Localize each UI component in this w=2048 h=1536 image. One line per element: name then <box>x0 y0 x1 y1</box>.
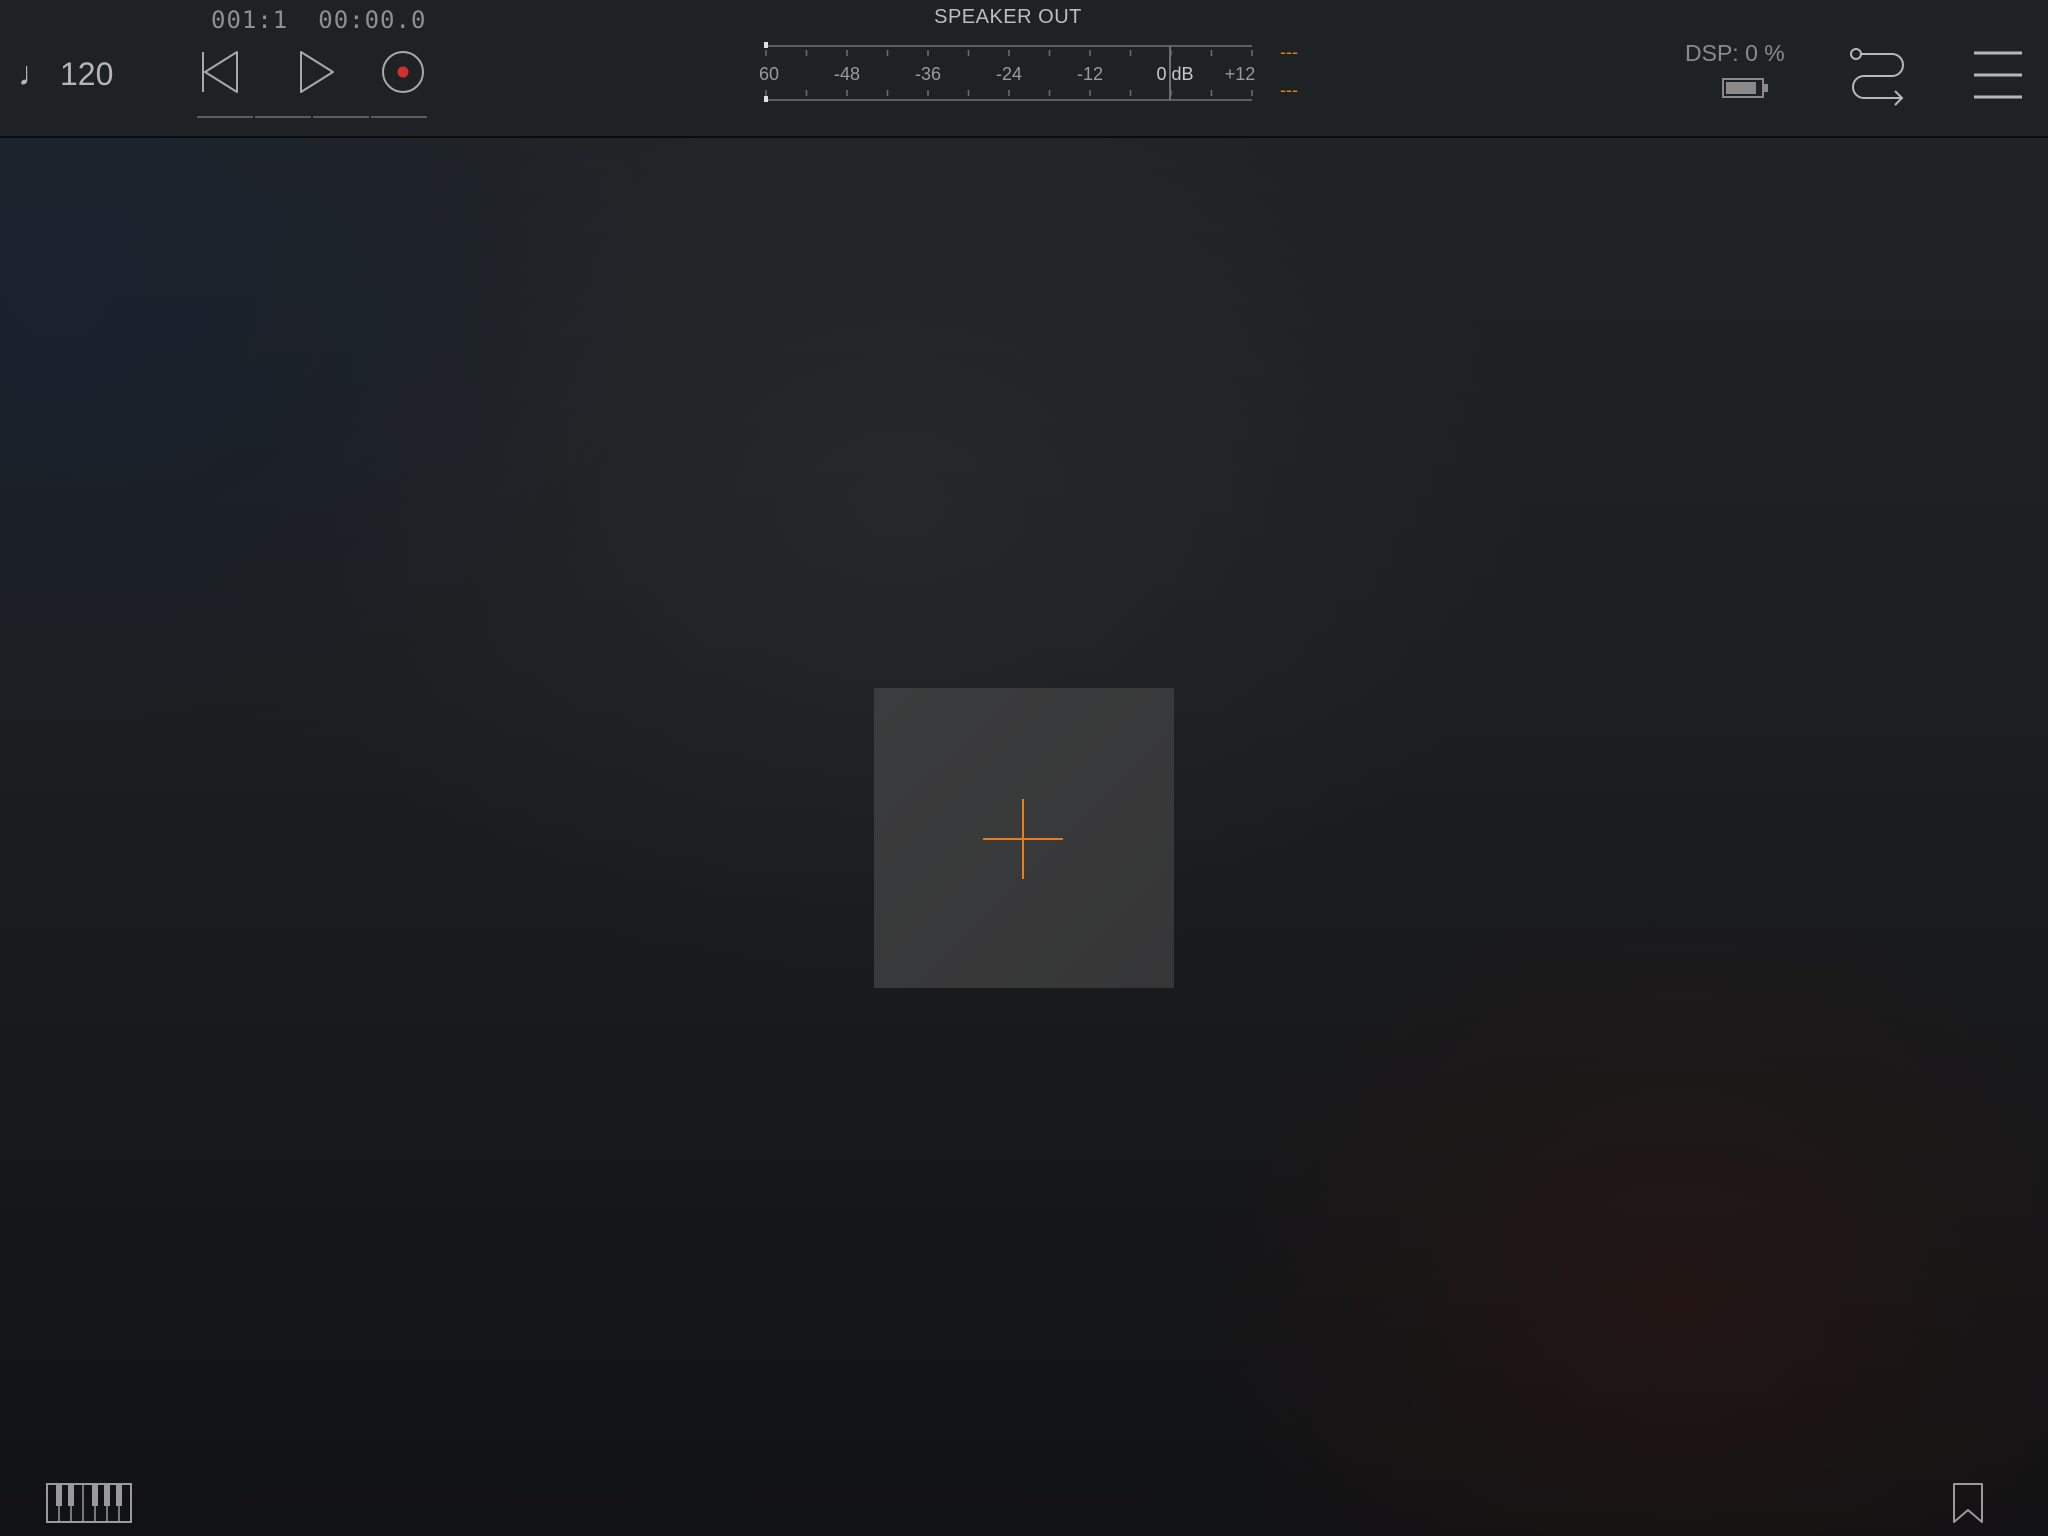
tempo-value: 120 <box>60 55 114 92</box>
bar-beat-readout: 001:1 <box>211 6 289 34</box>
position-counter: 001:1 00:00.0 <box>211 6 426 34</box>
peak-left-readout: --- <box>1280 42 1298 62</box>
plus-icon <box>983 799 1063 879</box>
dsp-label: DSP: <box>1685 40 1739 66</box>
output-level-meter[interactable]: -60 -48 -36 -24 -12 0 dB +12 --- --- <box>753 42 1310 108</box>
bookmark-button[interactable] <box>1952 1482 1984 1524</box>
play-icon <box>300 51 334 93</box>
meter-scale-label: -36 <box>915 64 941 84</box>
battery-icon <box>1722 78 1768 98</box>
level-meter-scale: -60 -48 -36 -24 -12 0 dB +12 --- --- <box>753 42 1298 102</box>
routing-button[interactable] <box>1848 44 1908 106</box>
meter-scale-label: -48 <box>834 64 860 84</box>
play-button[interactable] <box>289 44 345 100</box>
meter-scale-label: 0 dB <box>1156 64 1193 84</box>
bookmark-icon <box>1953 1483 1983 1523</box>
record-button[interactable] <box>375 44 431 100</box>
transport-divider <box>255 116 311 118</box>
dsp-load: DSP: 0 % <box>1685 40 1785 67</box>
add-instrument-tile[interactable] <box>874 688 1174 988</box>
rewind-icon <box>202 51 238 93</box>
record-icon <box>382 51 424 93</box>
rewind-button[interactable] <box>197 44 253 100</box>
routing-icon <box>1850 48 1904 106</box>
transport-divider <box>197 116 253 118</box>
tempo-control[interactable]: ♩ 120 <box>18 50 113 98</box>
dsp-value: 0 % <box>1745 40 1785 66</box>
transport-divider <box>313 116 369 118</box>
time-readout: 00:00.0 <box>318 6 427 34</box>
meter-scale-label: -60 <box>760 64 779 84</box>
quarter-note-icon: ♩ <box>18 54 52 93</box>
keyboard-toggle-button[interactable] <box>46 1483 132 1523</box>
peak-right-readout: --- <box>1280 80 1298 100</box>
piano-keyboard-icon <box>46 1483 132 1523</box>
hamburger-menu-icon <box>1974 51 2022 99</box>
transport-divider <box>371 116 427 118</box>
top-toolbar: ♩ 120 001:1 00:00.0 SPEAKER OUT 60 -48 -… <box>0 0 2048 138</box>
meter-scale-label: -12 <box>1077 64 1103 84</box>
meter-scale-label: +12 <box>1225 64 1256 84</box>
transport-controls <box>197 44 427 120</box>
main-menu-button[interactable] <box>1972 50 2024 100</box>
meter-title: SPEAKER OUT <box>934 6 1082 28</box>
meter-scale-label: -24 <box>996 64 1022 84</box>
